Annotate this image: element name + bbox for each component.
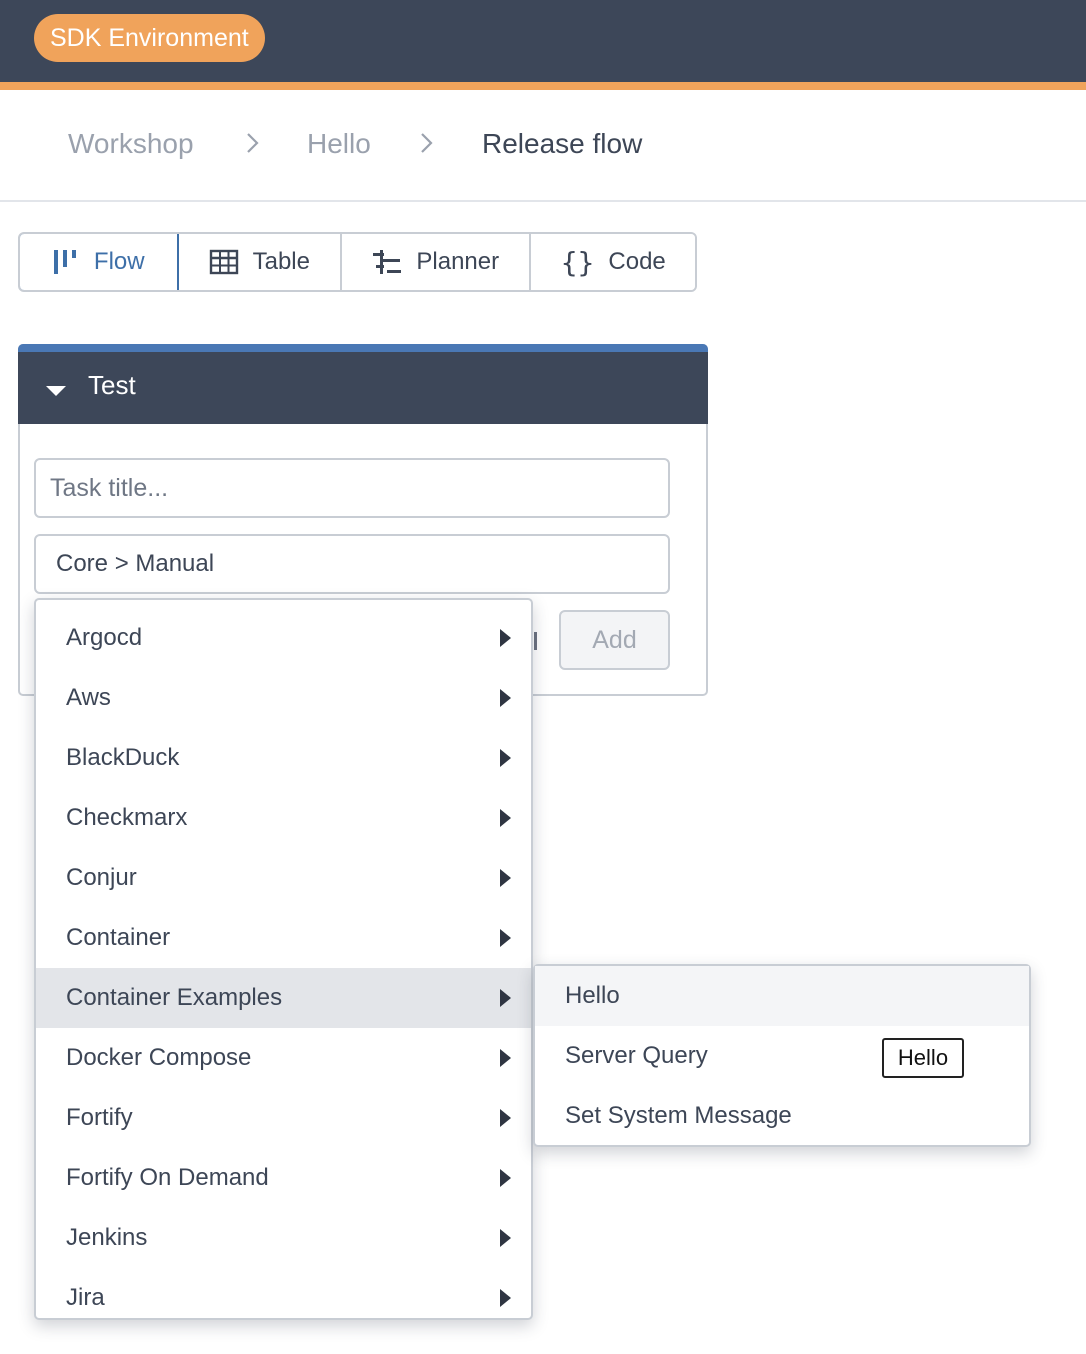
menu-item-docker-compose[interactable]: Docker Compose xyxy=(36,1028,531,1088)
menu-item-label: Argocd xyxy=(66,624,143,651)
caret-down-icon[interactable] xyxy=(44,384,68,403)
menu-item-label: Aws xyxy=(66,684,111,711)
caret-right-icon xyxy=(500,1109,511,1127)
tab-flow-label: Flow xyxy=(93,248,145,275)
header-divider xyxy=(0,200,1086,202)
view-tabs: Flow Table Planner {} Code xyxy=(18,232,697,292)
caret-right-icon xyxy=(500,629,511,647)
phase-title: Test xyxy=(88,370,136,400)
menu-item-label: Conjur xyxy=(66,864,137,891)
menu-item-container[interactable]: Container xyxy=(36,908,531,968)
menu-item-label: Container xyxy=(66,924,171,951)
tab-flow[interactable]: Flow xyxy=(20,234,179,290)
tab-table-label: Table xyxy=(252,248,310,275)
breadcrumb-workshop[interactable]: Workshop xyxy=(68,128,194,160)
task-type-select[interactable]: Core > Manual xyxy=(34,534,670,594)
menu-item-label: Checkmarx xyxy=(66,804,188,831)
menu-item-conjur[interactable]: Conjur xyxy=(36,848,531,908)
environment-badge: SDK Environment xyxy=(34,14,265,62)
menu-item-label: BlackDuck xyxy=(66,744,180,771)
submenu-item-hello[interactable]: Hello xyxy=(535,966,1029,1026)
menu-item-jenkins[interactable]: Jenkins xyxy=(36,1208,531,1268)
phase-header[interactable]: Test xyxy=(18,344,708,424)
caret-right-icon xyxy=(500,929,511,947)
caret-right-icon xyxy=(500,689,511,707)
breadcrumb-hello[interactable]: Hello xyxy=(307,128,371,160)
menu-item-jira[interactable]: Jira xyxy=(36,1268,531,1318)
top-bar-accent-stripe xyxy=(0,82,1086,90)
caret-right-icon xyxy=(500,1169,511,1187)
caret-right-icon xyxy=(500,1289,511,1307)
caret-right-icon xyxy=(500,809,511,827)
menu-item-checkmarx[interactable]: Checkmarx xyxy=(36,788,531,848)
menu-item-argocd[interactable]: Argocd xyxy=(36,608,531,668)
menu-item-container-examples[interactable]: Container Examples xyxy=(36,968,531,1028)
caret-right-icon xyxy=(500,989,511,1007)
caret-right-icon xyxy=(500,1049,511,1067)
tab-code-label: Code xyxy=(608,248,666,275)
chevron-right-icon xyxy=(244,130,262,161)
add-task-button[interactable]: Add xyxy=(559,610,670,670)
page-title: Release flow xyxy=(482,128,643,159)
flow-icon xyxy=(52,248,80,276)
menu-item-label: Docker Compose xyxy=(66,1044,252,1071)
submenu-item-set-system-message[interactable]: Set System Message xyxy=(535,1086,1029,1146)
caret-right-icon xyxy=(500,1229,511,1247)
menu-item-aws[interactable]: Aws xyxy=(36,668,531,728)
task-title-input[interactable] xyxy=(34,458,670,518)
chevron-right-icon xyxy=(418,130,436,161)
tab-table[interactable]: Table xyxy=(178,234,343,290)
caret-right-icon xyxy=(500,749,511,767)
tab-code[interactable]: {} Code xyxy=(531,234,695,290)
menu-item-label: Fortify xyxy=(66,1104,133,1131)
menu-item-fortify-on-demand[interactable]: Fortify On Demand xyxy=(36,1148,531,1208)
menu-item-label: Jenkins xyxy=(66,1224,148,1251)
cancel-button-edge[interactable] xyxy=(534,632,537,650)
tab-planner[interactable]: Planner xyxy=(342,234,532,290)
menu-item-label: Container Examples xyxy=(66,984,283,1011)
planner-icon xyxy=(372,248,402,276)
top-bar: SDK Environment xyxy=(0,0,1086,82)
menu-item-blackduck[interactable]: BlackDuck xyxy=(36,728,531,788)
menu-item-label: Fortify On Demand xyxy=(66,1164,269,1191)
tooltip: Hello xyxy=(882,1038,964,1078)
tab-planner-label: Planner xyxy=(416,248,500,275)
caret-right-icon xyxy=(500,869,511,887)
task-type-menu: Argocd Aws BlackDuck Checkmarx Conjur Co… xyxy=(34,598,533,1320)
code-braces-icon: {} xyxy=(560,245,595,279)
table-icon xyxy=(209,248,239,276)
menu-item-fortify[interactable]: Fortify xyxy=(36,1088,531,1148)
menu-item-label: Jira xyxy=(66,1284,105,1311)
